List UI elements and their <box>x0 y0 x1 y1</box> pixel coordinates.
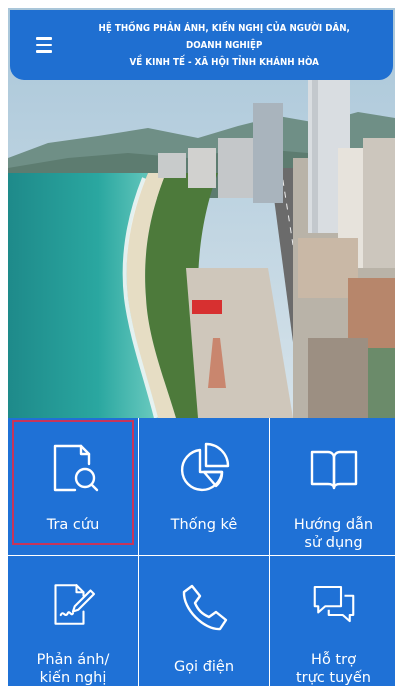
app-header: HỆ THỐNG PHẢN ÁNH, KIẾN NGHỊ CỦA NGƯỜI D… <box>10 10 393 80</box>
pie-chart-icon <box>180 442 230 492</box>
document-edit-icon <box>54 584 96 625</box>
header-title-line2: VỀ KINH TẾ - XÃ HỘI TỈNH KHÁNH HÒA <box>129 56 319 68</box>
tile-goi-dien[interactable]: Gọi điện <box>139 556 269 686</box>
tile-thong-ke[interactable]: Thống kê <box>139 418 269 555</box>
phone-icon <box>182 584 228 631</box>
tile-label: Thống kê <box>170 517 238 533</box>
tile-phan-anh[interactable]: Phản ánh/ kiến nghị <box>8 556 138 686</box>
tile-huong-dan[interactable]: Hướng dẫn sử dụng <box>270 418 395 555</box>
chat-bubbles-icon <box>313 585 354 623</box>
book-icon <box>310 450 357 490</box>
tile-label: Phản ánh/ kiến nghị <box>36 652 110 686</box>
header-title-line1: HỆ THỐNG PHẢN ÁNH, KIẾN NGHỊ CỦA NGƯỜI D… <box>98 22 350 51</box>
document-search-icon <box>53 444 99 492</box>
menu-grid: Tra cứu Thống kê Hướng dẫn sử dụng Phản … <box>8 418 395 686</box>
tile-label: Hướng dẫn sử dụng <box>293 517 374 551</box>
tile-ho-tro[interactable]: Hỗ trợ trực tuyến <box>270 556 395 686</box>
tile-tra-cuu[interactable]: Tra cứu <box>8 418 138 555</box>
tile-label: Hỗ trợ trực tuyến <box>296 652 371 686</box>
tile-label: Gọi điện <box>173 659 235 675</box>
header-title: HỆ THỐNG PHẢN ÁNH, KIẾN NGHỊ CỦA NGƯỜI D… <box>85 20 380 71</box>
tile-label: Tra cứu <box>46 517 100 533</box>
hamburger-menu-icon[interactable] <box>24 25 64 65</box>
